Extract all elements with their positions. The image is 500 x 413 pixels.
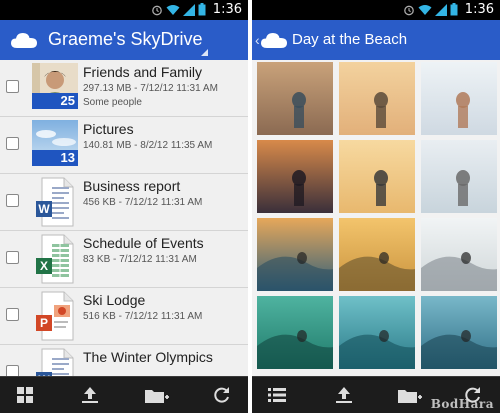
svg-text:P: P bbox=[40, 316, 48, 330]
file-meta: 516 KB - 7/12/12 11:31 AM bbox=[83, 311, 203, 322]
upload-icon[interactable] bbox=[333, 385, 355, 405]
skydrive-cloud-icon[interactable] bbox=[10, 31, 38, 49]
select-checkbox[interactable] bbox=[6, 80, 19, 93]
photo-thumbnail[interactable] bbox=[257, 218, 333, 291]
status-bar: 1:36 bbox=[252, 0, 500, 20]
file-list-item[interactable]: 13 Pictures 140.81 MB - 8/2/12 11:35 AM bbox=[0, 117, 248, 174]
file-list-item[interactable]: P Ski Lodge 516 KB - 7/12/12 11:31 AM bbox=[0, 288, 248, 345]
svg-text:W: W bbox=[38, 202, 50, 216]
select-checkbox[interactable] bbox=[6, 194, 19, 207]
select-checkbox[interactable] bbox=[6, 251, 19, 264]
status-time: 1:36 bbox=[212, 2, 242, 17]
grid-view-icon[interactable] bbox=[14, 385, 36, 405]
new-folder-icon[interactable] bbox=[397, 385, 423, 405]
photo-thumbnail[interactable] bbox=[421, 296, 497, 369]
watermark-logo: BodHara bbox=[430, 397, 494, 411]
photo-thumbnail[interactable] bbox=[339, 62, 415, 135]
file-name: Business report bbox=[83, 178, 181, 194]
word-document-icon: W bbox=[36, 177, 76, 232]
file-name: Pictures bbox=[83, 121, 134, 137]
refresh-icon[interactable] bbox=[211, 385, 233, 405]
app-bar: ‹ Day at the Beach bbox=[252, 20, 500, 60]
signal-icon bbox=[435, 3, 447, 16]
file-list-item[interactable]: X Schedule of Events 83 KB - 7/12/12 11:3… bbox=[0, 231, 248, 288]
file-meta: 297.13 MB - 7/12/12 11:31 AM bbox=[83, 83, 218, 94]
photo-thumbnail[interactable] bbox=[257, 296, 333, 369]
photo-thumbnail[interactable] bbox=[257, 140, 333, 213]
svg-text:X: X bbox=[40, 259, 48, 273]
file-list-item[interactable]: W The Winter Olympics bbox=[0, 345, 248, 376]
album-photos-screen: 1:36 ‹ Day at the Beach BodHara bbox=[252, 0, 500, 413]
status-icons bbox=[151, 3, 206, 16]
file-name: Schedule of Events bbox=[83, 235, 204, 251]
album-count-badge: 25 bbox=[32, 93, 78, 109]
alarm-icon bbox=[152, 5, 162, 15]
status-time: 1:36 bbox=[464, 2, 494, 17]
file-list-item[interactable]: 25 Friends and Family 297.13 MB - 7/12/12 … bbox=[0, 60, 248, 117]
file-name: Friends and Family bbox=[83, 64, 203, 80]
file-meta: 456 KB - 7/12/12 11:31 AM bbox=[83, 197, 203, 208]
file-name: Ski Lodge bbox=[83, 292, 146, 308]
file-meta: 140.81 MB - 8/2/12 11:35 AM bbox=[83, 140, 213, 151]
photo-thumbnail[interactable] bbox=[421, 62, 497, 135]
page-title: Graeme's SkyDrive bbox=[48, 29, 203, 49]
skydrive-files-screen: 1:36 Graeme's SkyDrive 25 Friends and Fam… bbox=[0, 0, 248, 413]
file-subtitle: Some people bbox=[83, 97, 142, 108]
battery-icon bbox=[450, 3, 458, 16]
album-thumbnail: 25 bbox=[32, 63, 78, 109]
back-chevron-icon[interactable]: ‹ bbox=[255, 32, 260, 48]
photo-thumbnail[interactable] bbox=[257, 62, 333, 135]
photo-thumbnail[interactable] bbox=[421, 140, 497, 213]
album-title: Day at the Beach bbox=[292, 31, 408, 48]
wifi-icon bbox=[418, 4, 432, 15]
alarm-icon bbox=[404, 5, 414, 15]
select-checkbox[interactable] bbox=[6, 308, 19, 321]
new-folder-icon[interactable] bbox=[144, 385, 170, 405]
file-list-item[interactable]: W Business report 456 KB - 7/12/12 11:31 … bbox=[0, 174, 248, 231]
photo-thumbnail[interactable] bbox=[339, 218, 415, 291]
upload-icon[interactable] bbox=[79, 385, 101, 405]
wifi-icon bbox=[166, 4, 180, 15]
list-view-icon[interactable] bbox=[266, 385, 288, 405]
skydrive-cloud-icon[interactable] bbox=[260, 31, 288, 49]
word-document-icon: W bbox=[36, 348, 76, 376]
signal-icon bbox=[183, 3, 195, 16]
excel-document-icon: X bbox=[36, 234, 76, 289]
status-icons bbox=[403, 3, 458, 16]
overflow-caret-icon[interactable] bbox=[201, 49, 208, 56]
photo-thumbnail[interactable] bbox=[339, 140, 415, 213]
battery-icon bbox=[198, 3, 206, 16]
bottom-toolbar bbox=[0, 376, 248, 413]
select-checkbox[interactable] bbox=[6, 137, 19, 150]
file-meta: 83 KB - 7/12/12 11:31 AM bbox=[83, 254, 197, 265]
photo-thumbnail[interactable] bbox=[339, 296, 415, 369]
album-count-badge: 13 bbox=[32, 150, 78, 166]
status-bar: 1:36 bbox=[0, 0, 248, 20]
photo-thumbnail[interactable] bbox=[421, 218, 497, 291]
photo-grid bbox=[252, 60, 500, 376]
file-name: The Winter Olympics bbox=[83, 349, 213, 365]
bottom-toolbar: BodHara bbox=[252, 376, 500, 413]
powerpoint-document-icon: P bbox=[36, 291, 76, 346]
app-bar: Graeme's SkyDrive bbox=[0, 20, 248, 60]
album-thumbnail: 13 bbox=[32, 120, 78, 166]
select-checkbox[interactable] bbox=[6, 365, 19, 376]
file-list: 25 Friends and Family 297.13 MB - 7/12/12 … bbox=[0, 60, 248, 376]
